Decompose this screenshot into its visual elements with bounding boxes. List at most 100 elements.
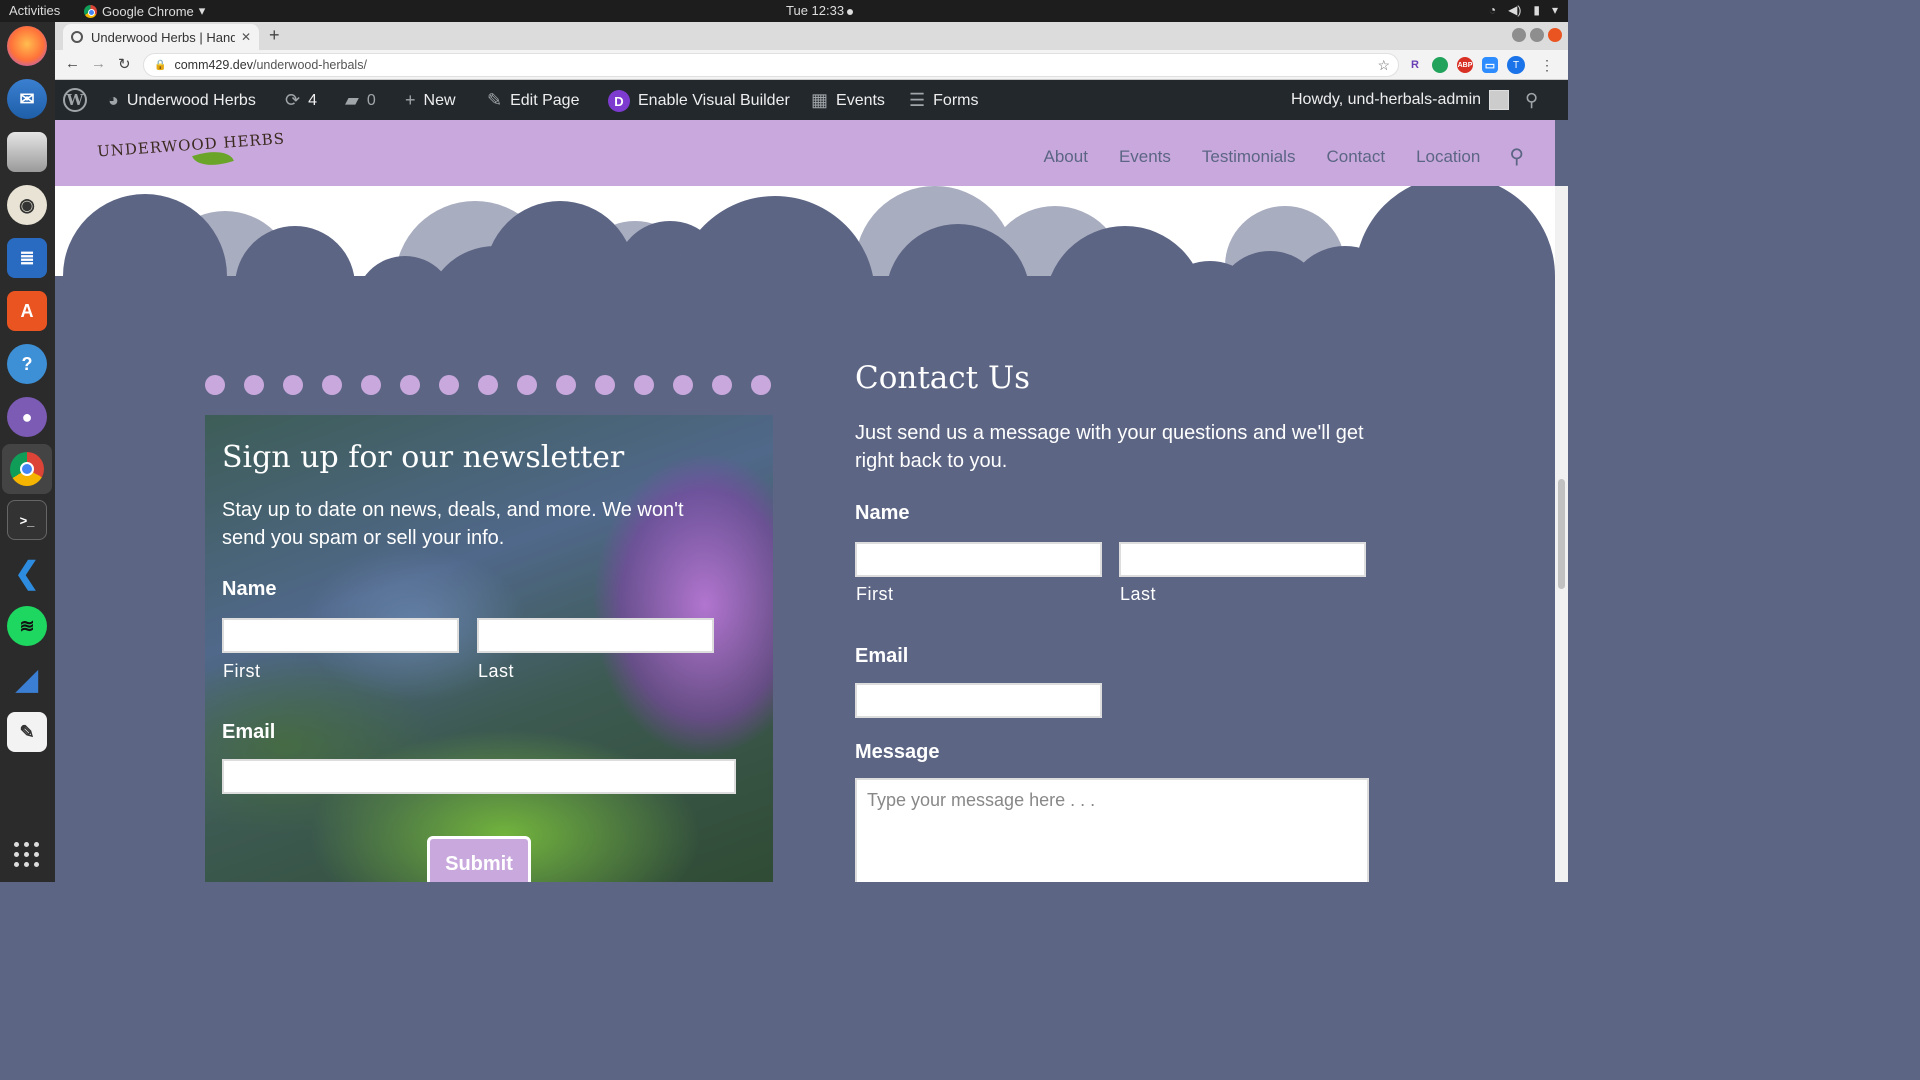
- newsletter-email-input[interactable]: [222, 759, 736, 794]
- forms-menu[interactable]: ☰ Forms: [909, 90, 978, 111]
- contact-title: Contact Us: [855, 360, 1030, 396]
- help-icon[interactable]: ?: [7, 344, 47, 384]
- firefox-icon[interactable]: [7, 26, 47, 66]
- writer-icon[interactable]: ≣: [7, 238, 47, 278]
- visual-builder-link[interactable]: D Enable Visual Builder: [608, 90, 790, 112]
- forms-label: Forms: [933, 91, 979, 109]
- files-icon[interactable]: [7, 132, 47, 172]
- back-arrow-icon[interactable]: ←: [65, 55, 80, 72]
- show-applications-icon[interactable]: [14, 842, 40, 868]
- tab-strip: Underwood Herbs | Handmade ✕ +: [55, 22, 1568, 50]
- newsletter-email-label: Email: [222, 721, 276, 743]
- decorative-dot: [205, 375, 225, 395]
- contact-email-label: Email: [855, 645, 909, 667]
- scrollbar-thumb[interactable]: [1558, 479, 1565, 589]
- forms-icon: ☰: [909, 90, 926, 110]
- contact-message-textarea[interactable]: Type your message here . . .: [855, 778, 1369, 882]
- admin-search-icon[interactable]: ⚲: [1525, 90, 1538, 111]
- contact-first-name-input[interactable]: [855, 542, 1102, 577]
- software-icon[interactable]: A: [7, 291, 47, 331]
- menu-kebab-icon[interactable]: ⋮: [1540, 57, 1554, 74]
- page-content: Sign up for our newsletter Stay up to da…: [55, 186, 1555, 882]
- decorative-dot: [517, 375, 537, 395]
- close-window-button[interactable]: [1548, 28, 1562, 42]
- newsletter-submit-button[interactable]: Submit: [427, 836, 531, 882]
- system-top-bar: Activities Google Chrome ▾ Tue 12:33 ◔ ◀…: [0, 0, 1568, 22]
- site-name-menu[interactable]: ◕ Underwood Herbs: [108, 90, 256, 111]
- terminal-icon[interactable]: >_: [7, 500, 47, 540]
- adblock-icon[interactable]: ABP: [1457, 57, 1473, 73]
- browser-toolbar: ← → ↻ 🔒 comm429.dev/underwood-herbals/ ☆…: [55, 50, 1568, 80]
- decorative-dot: [634, 375, 654, 395]
- vscode-icon[interactable]: ❮: [7, 553, 47, 593]
- site-logo[interactable]: UNDERWOOD HERBS: [97, 129, 286, 174]
- minimize-button[interactable]: [1512, 28, 1526, 42]
- system-tray[interactable]: ◔ ◀) ▮ ▾: [1489, 3, 1558, 17]
- account-menu[interactable]: Howdy, und-herbals-admin: [1291, 90, 1510, 110]
- activities-button[interactable]: Activities: [9, 3, 60, 18]
- site-name-label: Underwood Herbs: [126, 91, 256, 109]
- github-icon[interactable]: ●: [7, 397, 47, 437]
- spotify-icon[interactable]: ≋: [7, 606, 47, 646]
- contact-last-name-input[interactable]: [1119, 542, 1366, 577]
- lock-icon: 🔒: [154, 59, 167, 71]
- decorative-dot: [322, 375, 342, 395]
- events-menu[interactable]: ▦ Events: [811, 90, 885, 111]
- newsletter-card: Sign up for our newsletter Stay up to da…: [205, 372, 773, 882]
- profile-avatar[interactable]: T: [1507, 56, 1525, 74]
- wireshark-icon[interactable]: ◢: [7, 659, 47, 699]
- nav-location[interactable]: Location: [1416, 147, 1480, 167]
- nav-about[interactable]: About: [1044, 147, 1088, 167]
- reload-icon[interactable]: ↻: [118, 55, 131, 73]
- nav-events[interactable]: Events: [1119, 147, 1171, 167]
- comments-menu[interactable]: ▰ 0: [345, 90, 376, 111]
- notification-dot: [847, 8, 854, 15]
- rhythmbox-icon[interactable]: ◉: [7, 185, 47, 225]
- newsletter-last-name-input[interactable]: [477, 618, 714, 653]
- app-menu[interactable]: Google Chrome ▾: [84, 3, 205, 19]
- extension-green-icon[interactable]: [1432, 57, 1448, 73]
- chrome-dock-item[interactable]: [2, 444, 52, 494]
- edit-page-link[interactable]: ✎ Edit Page: [487, 90, 579, 111]
- nav-testimonials[interactable]: Testimonials: [1202, 147, 1296, 167]
- globe-icon: [71, 31, 83, 43]
- search-icon[interactable]: ⚲: [1509, 144, 1524, 169]
- calendar-icon: ▦: [811, 90, 829, 110]
- newsletter-last-label: Last: [478, 661, 515, 681]
- contact-last-label: Last: [1120, 584, 1157, 604]
- address-bar[interactable]: 🔒 comm429.dev/underwood-herbals/ ☆: [143, 53, 1399, 77]
- maximize-button[interactable]: [1530, 28, 1544, 42]
- avatar: [1489, 90, 1510, 110]
- contact-name-label: Name: [855, 502, 910, 524]
- wordpress-logo-icon[interactable]: W: [63, 88, 87, 112]
- updates-menu[interactable]: ⟳ 4: [285, 90, 317, 111]
- decorative-dot: [595, 375, 615, 395]
- wifi-icon: ◔: [1488, 3, 1497, 17]
- decorative-dot: [478, 375, 498, 395]
- contact-email-input[interactable]: [855, 683, 1102, 718]
- clock[interactable]: Tue 12:33: [786, 3, 854, 18]
- nav-contact[interactable]: Contact: [1326, 147, 1385, 167]
- close-tab-icon[interactable]: ✕: [241, 30, 251, 44]
- url-path: /underwood-herbals/: [252, 58, 367, 72]
- window-controls: [1512, 28, 1562, 42]
- divi-icon: D: [608, 90, 630, 112]
- text-editor-icon[interactable]: ✎: [7, 712, 47, 752]
- thunderbird-icon[interactable]: ✉: [7, 79, 47, 119]
- edit-page-label: Edit Page: [510, 91, 580, 109]
- newsletter-first-name-input[interactable]: [222, 618, 459, 653]
- newsletter-title: Sign up for our newsletter: [222, 440, 625, 475]
- chevron-down-icon: ▾: [1551, 3, 1558, 17]
- browser-tab[interactable]: Underwood Herbs | Handmade ✕: [63, 24, 259, 50]
- contact-description: Just send us a message with your questio…: [855, 422, 1364, 472]
- bookmark-star-icon[interactable]: ☆: [1377, 57, 1390, 74]
- forward-arrow-icon[interactable]: →: [91, 55, 106, 72]
- chrome-icon: [84, 4, 97, 18]
- new-content-menu[interactable]: + New: [405, 90, 456, 111]
- page-scrollbar[interactable]: [1555, 186, 1568, 882]
- zoom-extension-icon[interactable]: ▭: [1482, 57, 1498, 73]
- new-tab-button[interactable]: +: [269, 25, 280, 46]
- decorative-dot: [712, 375, 732, 395]
- extension-r-icon[interactable]: R: [1407, 57, 1423, 73]
- chrome-icon: [10, 452, 44, 486]
